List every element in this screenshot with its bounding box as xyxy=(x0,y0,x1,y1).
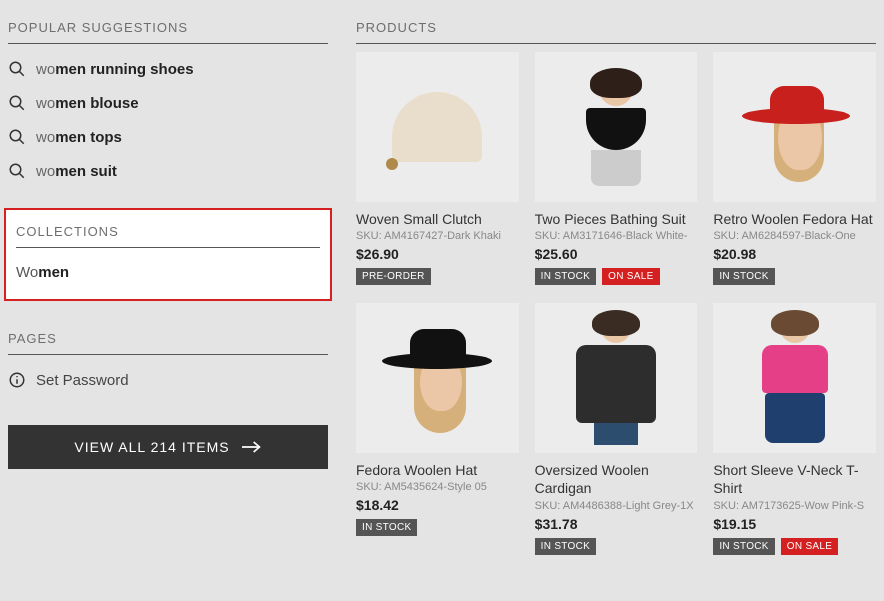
product-card[interactable]: Woven Small Clutch SKU: AM4167427-Dark Kh… xyxy=(356,52,519,285)
product-price: $20.98 xyxy=(713,246,876,262)
product-title: Two Pieces Bathing Suit xyxy=(535,210,698,228)
product-image-wrap[interactable] xyxy=(356,52,519,202)
suggestion-text: women running shoes xyxy=(36,61,194,78)
page-label: Set Password xyxy=(36,372,129,389)
product-price: $31.78 xyxy=(535,516,698,532)
badges: IN STOCK xyxy=(713,268,876,285)
product-image xyxy=(382,323,492,433)
pages-section: PAGES Set Password xyxy=(8,319,328,397)
product-image xyxy=(740,82,850,172)
product-title: Retro Woolen Fedora Hat xyxy=(713,210,876,228)
product-image-wrap[interactable] xyxy=(713,303,876,453)
product-card[interactable]: Fedora Woolen Hat SKU: AM5435624-Style 05… xyxy=(356,303,519,554)
badges: IN STOCK xyxy=(535,538,698,555)
product-image xyxy=(755,313,835,443)
in-stock-badge: IN STOCK xyxy=(713,538,774,555)
collections-section-highlighted: COLLECTIONS Women xyxy=(4,208,332,301)
badges: IN STOCK ON SALE xyxy=(713,538,876,555)
product-image-wrap[interactable] xyxy=(713,52,876,202)
product-image xyxy=(576,313,656,443)
badges: IN STOCK ON SALE xyxy=(535,268,698,285)
product-card[interactable]: Short Sleeve V-Neck T-Shirt SKU: AM717362… xyxy=(713,303,876,554)
product-sku: SKU: AM5435624-Style 05 xyxy=(356,481,519,493)
product-sku: SKU: AM4167427-Dark Khaki xyxy=(356,230,519,242)
on-sale-badge: ON SALE xyxy=(602,268,659,285)
product-card[interactable]: Oversized Woolen Cardigan SKU: AM4486388-… xyxy=(535,303,698,554)
product-price: $18.42 xyxy=(356,497,519,513)
product-price: $25.60 xyxy=(535,246,698,262)
page-item[interactable]: Set Password xyxy=(8,363,328,397)
product-image xyxy=(586,72,646,182)
view-all-button[interactable]: VIEW ALL 214 ITEMS xyxy=(8,425,328,469)
product-sku: SKU: AM4486388-Light Grey-1X xyxy=(535,500,698,512)
product-title: Oversized Woolen Cardigan xyxy=(535,461,698,497)
in-stock-badge: IN STOCK xyxy=(356,519,417,536)
product-image-wrap[interactable] xyxy=(535,303,698,453)
product-title: Fedora Woolen Hat xyxy=(356,461,519,479)
products-panel: PRODUCTS Woven Small Clutch SKU: AM416742… xyxy=(356,8,876,555)
info-icon xyxy=(8,371,26,389)
popular-suggestions-heading: POPULAR SUGGESTIONS xyxy=(8,8,328,35)
pages-heading: PAGES xyxy=(8,319,328,346)
suggestion-text: women blouse xyxy=(36,95,139,112)
view-all-label: VIEW ALL 214 ITEMS xyxy=(74,439,229,455)
product-price: $19.15 xyxy=(713,516,876,532)
pre-order-badge: PRE-ORDER xyxy=(356,268,431,285)
suggestion-item[interactable]: women tops xyxy=(8,120,328,154)
suggestion-item[interactable]: women running shoes xyxy=(8,52,328,86)
products-heading: PRODUCTS xyxy=(356,8,876,35)
arrow-right-icon xyxy=(242,440,262,454)
suggestion-text: women suit xyxy=(36,163,117,180)
divider xyxy=(8,43,328,44)
product-sku: SKU: AM7173625-Wow Pink-S xyxy=(713,500,876,512)
suggestion-item[interactable]: women blouse xyxy=(8,86,328,120)
search-icon xyxy=(8,94,26,112)
divider xyxy=(356,43,876,44)
product-card[interactable]: Retro Woolen Fedora Hat SKU: AM6284597-Bl… xyxy=(713,52,876,285)
collections-heading: COLLECTIONS xyxy=(16,220,320,239)
suggestion-item[interactable]: women suit xyxy=(8,154,328,188)
product-price: $26.90 xyxy=(356,246,519,262)
product-image-wrap[interactable] xyxy=(356,303,519,453)
search-icon xyxy=(8,162,26,180)
product-sku: SKU: AM6284597-Black-One xyxy=(713,230,876,242)
in-stock-badge: IN STOCK xyxy=(713,268,774,285)
product-sku: SKU: AM3171646-Black White- xyxy=(535,230,698,242)
in-stock-badge: IN STOCK xyxy=(535,538,596,555)
product-title: Short Sleeve V-Neck T-Shirt xyxy=(713,461,876,497)
search-icon xyxy=(8,128,26,146)
suggestion-text: women tops xyxy=(36,129,122,146)
on-sale-badge: ON SALE xyxy=(781,538,838,555)
in-stock-badge: IN STOCK xyxy=(535,268,596,285)
badges: IN STOCK xyxy=(356,519,519,536)
left-panel: POPULAR SUGGESTIONS women running shoes w… xyxy=(8,8,328,555)
product-image xyxy=(392,92,482,162)
badges: PRE-ORDER xyxy=(356,268,519,285)
divider xyxy=(8,354,328,355)
collection-item[interactable]: Women xyxy=(16,256,320,283)
search-icon xyxy=(8,60,26,78)
divider xyxy=(16,247,320,248)
product-card[interactable]: Two Pieces Bathing Suit SKU: AM3171646-Bl… xyxy=(535,52,698,285)
product-title: Woven Small Clutch xyxy=(356,210,519,228)
product-image-wrap[interactable] xyxy=(535,52,698,202)
